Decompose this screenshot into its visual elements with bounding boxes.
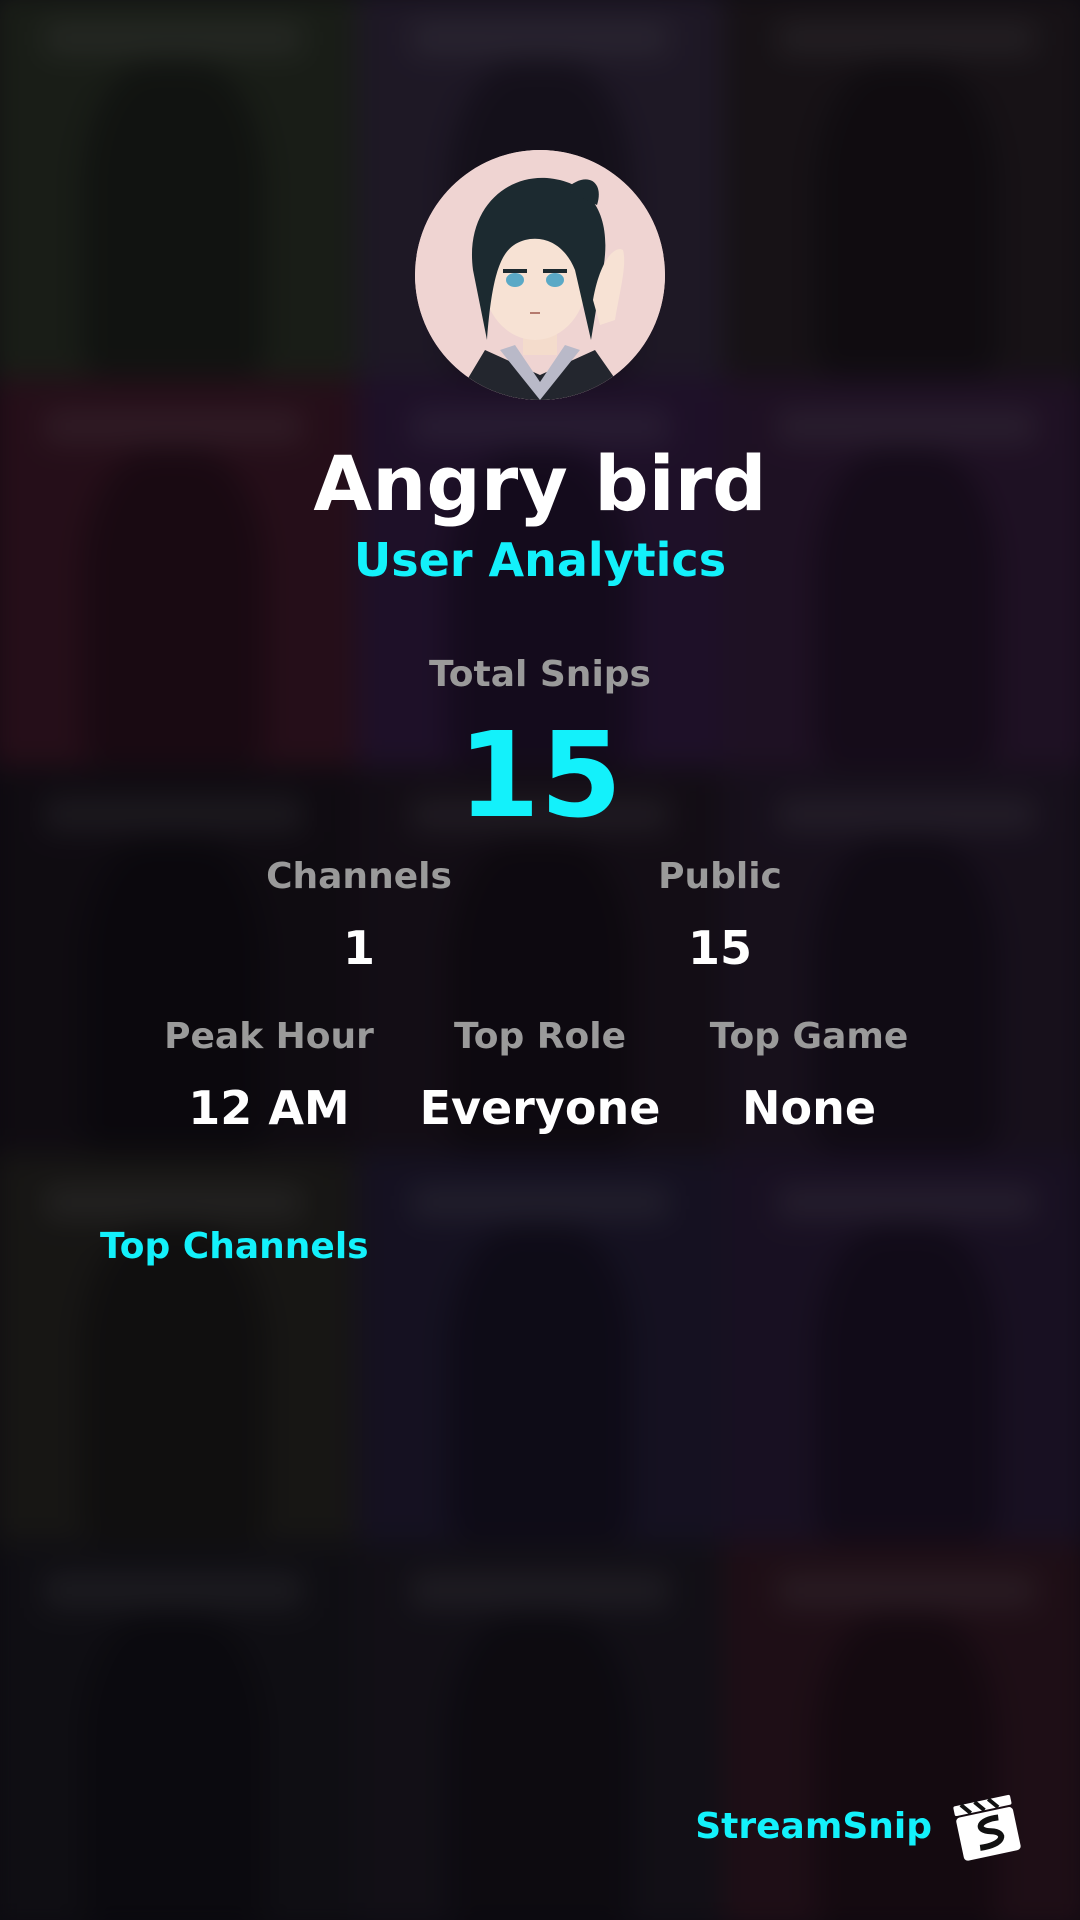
stat-public: Public 15 [590,852,850,978]
brand-name: StreamSnip [695,1806,932,1847]
stat-top-game: Top Game None [679,1012,939,1138]
card-content: Angry bird User Analytics Total Snips 15… [0,0,1080,1920]
stat-top-role-label: Top Role [453,1016,627,1057]
stat-top-role: Top Role Everyone [410,1012,670,1138]
total-snips-value: 15 [457,706,623,844]
stat-channels: Channels 1 [229,852,489,978]
stat-top-game-label: Top Game [709,1016,909,1057]
stat-top-game-value: None [741,1081,877,1135]
stat-public-value: 15 [687,921,752,975]
stat-public-label: Public [658,856,782,897]
clapperboard-s-icon [953,1794,1021,1861]
page-subtitle: User Analytics [353,533,727,587]
stat-peak-hour: Peak Hour 12 AM [139,1012,399,1138]
stat-top-role-value: Everyone [419,1081,661,1135]
brand-footer: StreamSnip [695,1790,1024,1864]
username: Angry bird [313,439,767,528]
stat-channels-label: Channels [266,856,452,897]
anime-character-avatar-icon [415,150,665,400]
analytics-card: Angry bird User Analytics Total Snips 15… [0,0,1080,1920]
stat-channels-value: 1 [342,921,375,975]
total-snips-label: Total Snips [429,654,651,695]
top-channels-heading: Top Channels [100,1226,369,1267]
stat-peak-hour-label: Peak Hour [164,1016,374,1057]
stat-peak-hour-value: 12 AM [188,1081,350,1135]
avatar [415,150,665,400]
